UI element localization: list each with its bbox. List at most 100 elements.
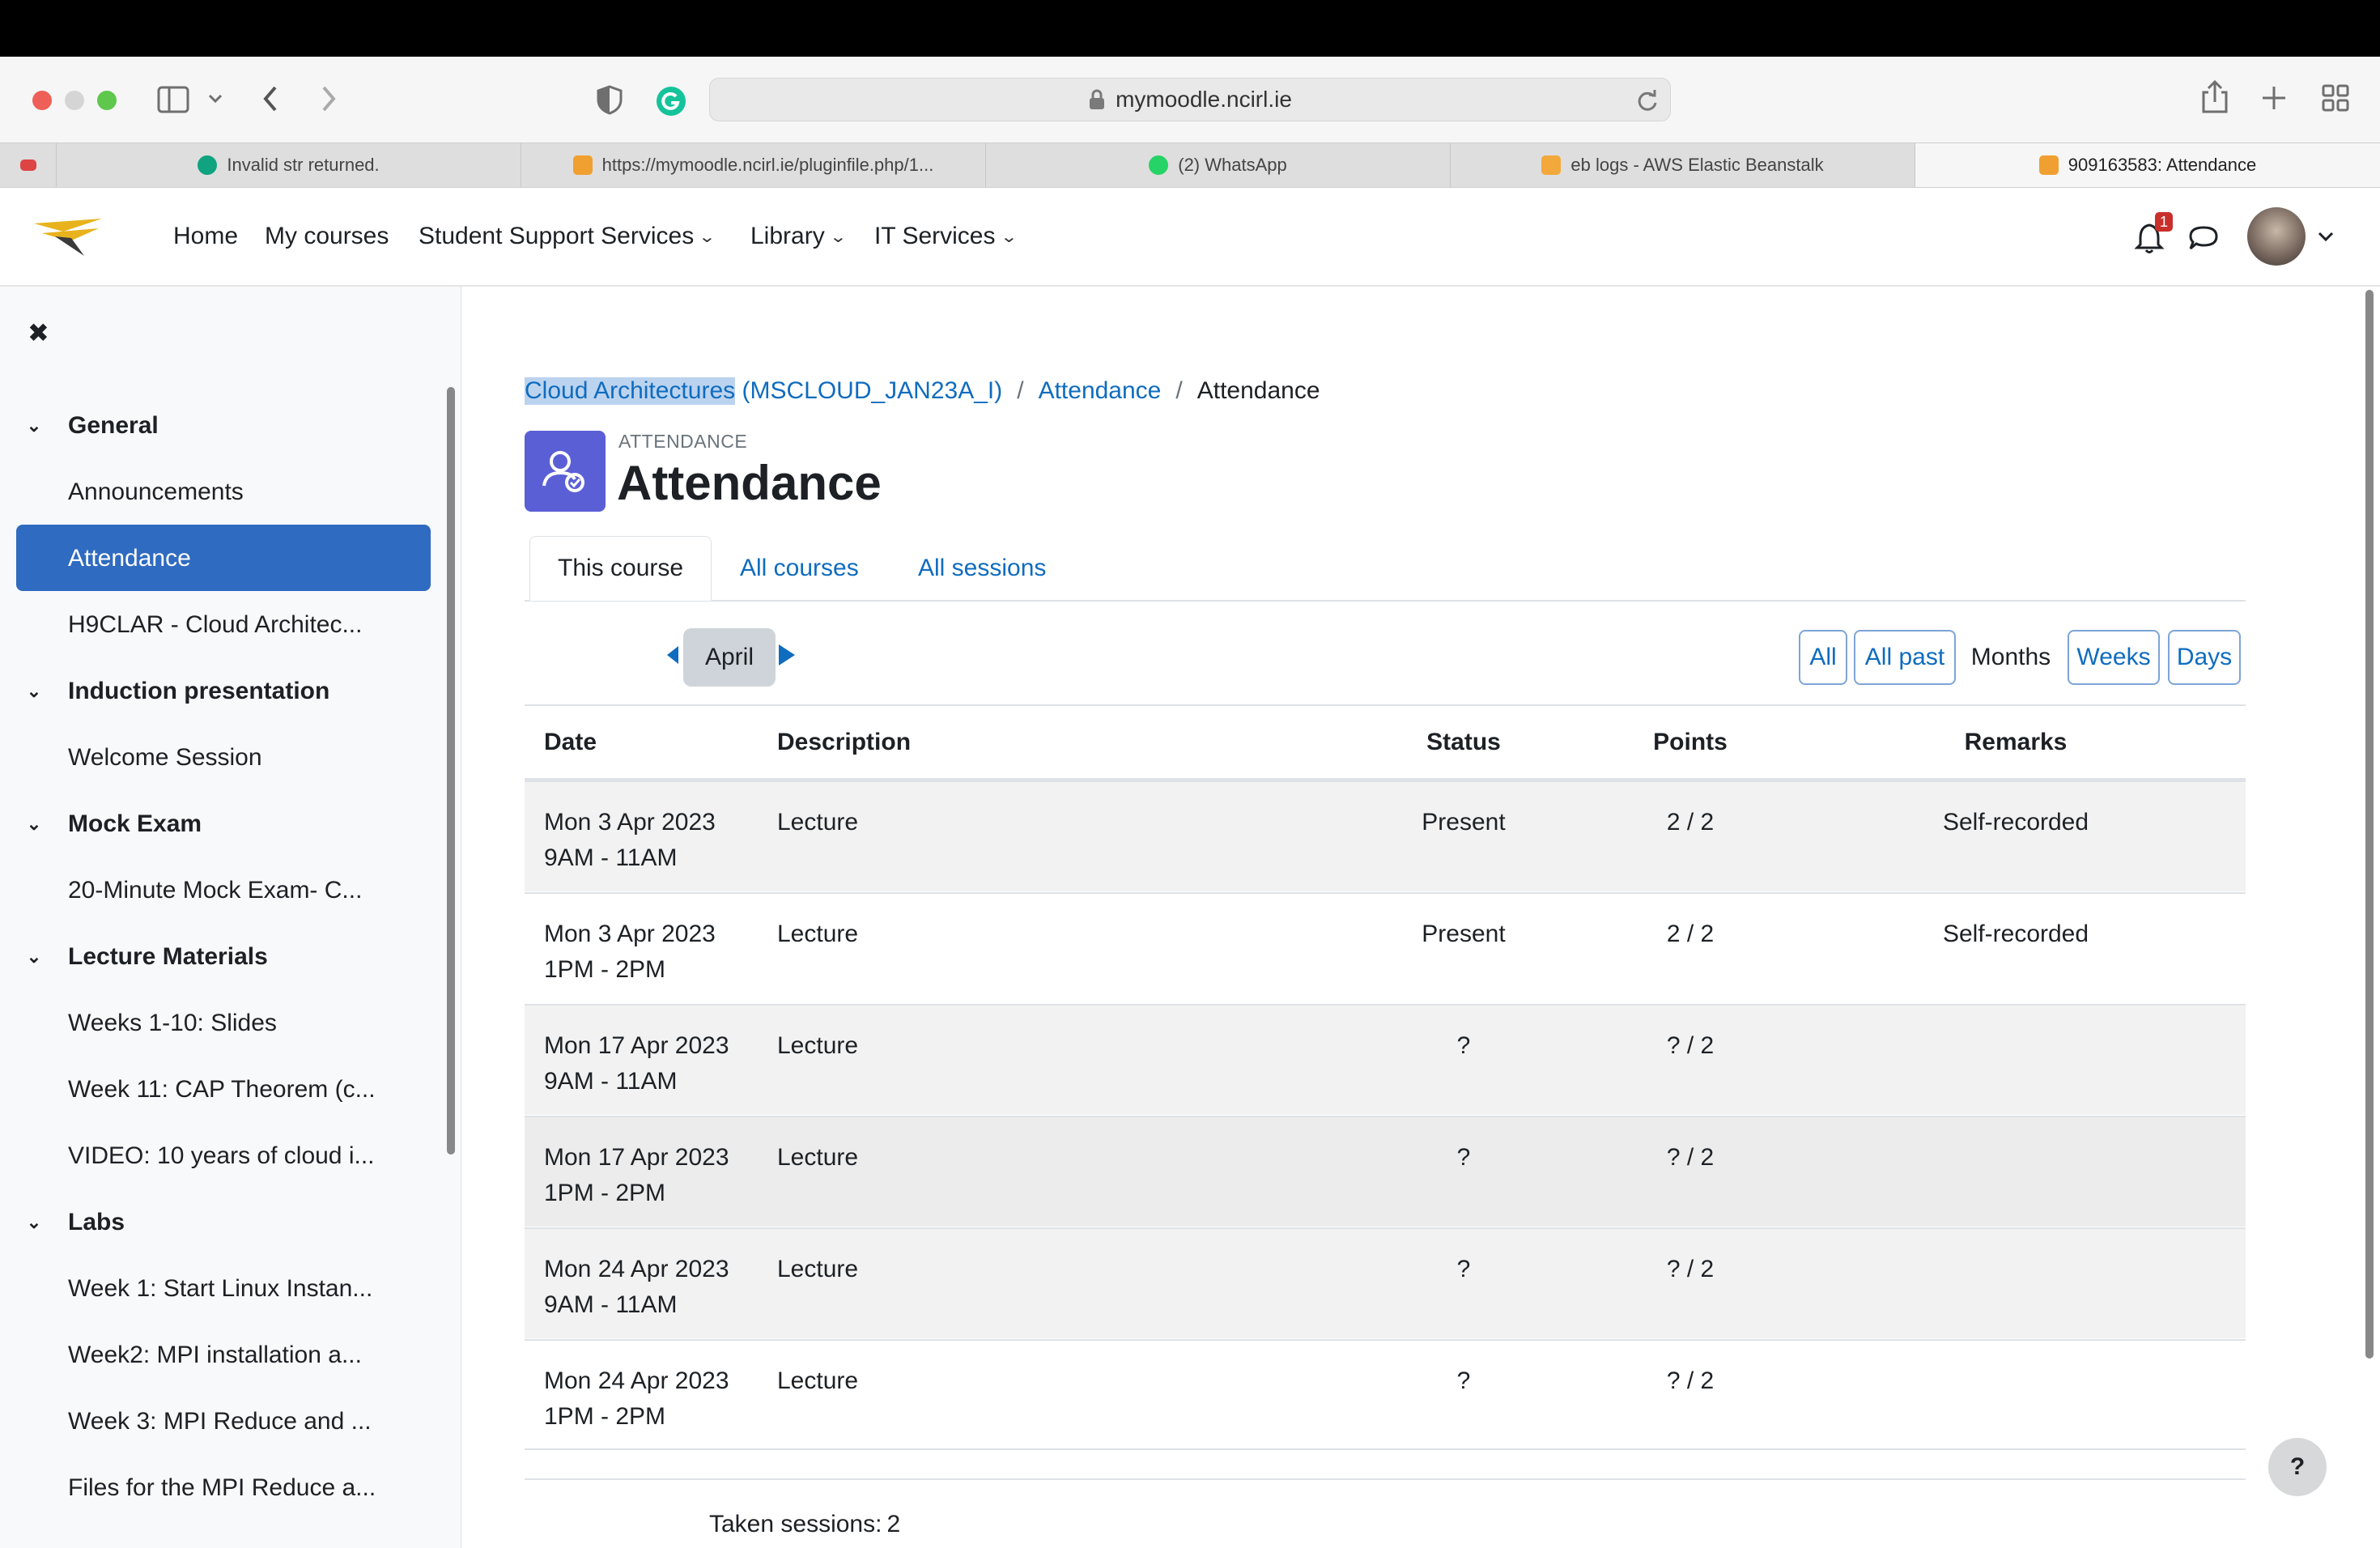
pinned-tab[interactable] (0, 143, 57, 187)
nav-my-courses[interactable]: My courses (265, 188, 389, 285)
chevron-down-icon: ⌄ (26, 1212, 42, 1232)
table-row: Mon 3 Apr 2023 9AM - 11AM Lecture Present… (525, 780, 2246, 891)
view-all-button[interactable]: All (1799, 630, 1847, 685)
view-all-past-button[interactable]: All past (1854, 630, 1956, 685)
notification-badge: 1 (2155, 212, 2173, 232)
chevron-down-icon[interactable] (2317, 230, 2335, 243)
chatgpt-favicon-icon (198, 155, 218, 175)
view-weeks-button[interactable]: Weeks (2068, 630, 2160, 685)
session-points: ? / 2 (1666, 1032, 1715, 1059)
table-header-row: Date Description Status Points Remarks (525, 706, 2246, 780)
tab-overview-icon[interactable] (2322, 84, 2349, 112)
reload-icon[interactable] (1636, 89, 1659, 112)
breadcrumb-course-link[interactable]: Cloud Architectures (525, 377, 736, 405)
tab-all-sessions[interactable]: All sessions (890, 536, 1073, 601)
zoom-window-icon[interactable] (97, 91, 117, 110)
help-button[interactable]: ? (2268, 1438, 2327, 1496)
browser-tab[interactable]: Invalid str returned. (57, 143, 521, 187)
back-icon[interactable] (261, 84, 280, 113)
column-header-points[interactable]: Points (1609, 729, 1771, 756)
session-points: 2 / 2 (1666, 921, 1715, 947)
session-status: Present (1422, 809, 1506, 836)
breadcrumb-separator: / (1175, 377, 1183, 404)
close-window-icon[interactable] (32, 91, 52, 110)
view-months-selected[interactable]: Months (1959, 630, 2063, 685)
nav-home[interactable]: Home (173, 188, 238, 285)
lock-icon (1090, 89, 1105, 109)
table-row: Mon 24 Apr 2023 1PM - 2PM Lecture ? ? / 2 (525, 1339, 2246, 1450)
page-scrollbar[interactable] (2365, 290, 2374, 1359)
tab-this-course[interactable]: This course (529, 536, 712, 601)
sidebar-item-video[interactable]: VIDEO: 10 years of cloud i... (68, 1132, 375, 1180)
summary-divider (525, 1478, 2246, 1480)
session-description: Lecture (777, 1367, 859, 1394)
sidebar-item-cap-theorem[interactable]: Week 11: CAP Theorem (c... (68, 1065, 376, 1114)
nav-student-support-services[interactable]: Student Support Services ⌄ (419, 188, 716, 285)
ncirl-logo[interactable] (31, 217, 105, 261)
session-status: ? (1456, 1032, 1471, 1059)
breadcrumb: Cloud Architectures (MSCLOUD_JAN23A_I) /… (525, 377, 1320, 405)
taken-sessions-summary: Taken sessions: 2 (709, 1511, 900, 1538)
forward-icon[interactable] (319, 84, 338, 113)
breadcrumb-separator: / (1017, 377, 1024, 404)
sidebar-section-labs[interactable]: ⌄ Labs (0, 1198, 125, 1247)
sidebar-item-slides[interactable]: Weeks 1-10: Slides (68, 999, 277, 1048)
chevron-down-icon: ⌄ (999, 228, 1018, 246)
chevron-down-icon: ⌄ (698, 228, 716, 246)
sidebar-item-lab-week2[interactable]: Week2: MPI installation a... (68, 1331, 362, 1380)
browser-tab[interactable]: (2) WhatsApp (986, 143, 1451, 187)
session-status: ? (1456, 1256, 1471, 1282)
sidebar-section-lecture-materials[interactable]: ⌄ Lecture Materials (0, 933, 268, 981)
sidebar-item-lab-week1[interactable]: Week 1: Start Linux Instan... (68, 1265, 372, 1313)
sidebar-toggle-icon[interactable] (157, 86, 189, 113)
url-text: mymoodle.ncirl.ie (1116, 87, 1292, 112)
user-avatar[interactable] (2247, 207, 2306, 266)
column-header-description[interactable]: Description (777, 729, 911, 756)
breadcrumb-attendance-link[interactable]: Attendance (1039, 377, 1162, 405)
sidebar-section-induction[interactable]: ⌄ Induction presentation (0, 667, 330, 716)
sidebar-item-welcome-session[interactable]: Welcome Session (68, 734, 262, 782)
messages-icon[interactable] (2187, 223, 2220, 253)
current-month-button[interactable]: April (683, 628, 776, 687)
view-days-button[interactable]: Days (2168, 630, 2241, 685)
grammarly-icon[interactable] (656, 86, 686, 117)
sidebar-item-attendance[interactable]: Attendance (68, 534, 191, 583)
close-drawer-icon[interactable]: ✖ (28, 317, 49, 348)
address-bar[interactable]: mymoodle.ncirl.ie (709, 78, 1671, 121)
privacy-shield-icon[interactable] (596, 84, 623, 115)
column-header-remarks[interactable]: Remarks (1894, 729, 2137, 756)
nav-it-services[interactable]: IT Services ⌄ (874, 188, 1018, 285)
sidebar-item-lab-files[interactable]: Files for the MPI Reduce a... (68, 1464, 376, 1512)
session-description: Lecture (777, 809, 859, 836)
sidebar-item-h9clar[interactable]: H9CLAR - Cloud Architec... (68, 601, 362, 649)
browser-tab[interactable]: https://mymoodle.ncirl.ie/pluginfile.php… (521, 143, 986, 187)
next-month-icon[interactable] (777, 643, 797, 667)
session-date: Mon 3 Apr 2023 1PM - 2PM (544, 921, 716, 983)
table-row: Mon 17 Apr 2023 1PM - 2PM Lecture ? ? / 2 (525, 1116, 2246, 1227)
browser-tab-active[interactable]: 909163583: Attendance (1915, 143, 2380, 187)
tab-all-courses[interactable]: All courses (712, 536, 886, 601)
share-icon[interactable] (2200, 79, 2229, 115)
column-header-status[interactable]: Status (1383, 729, 1545, 756)
sidebar-section-mock-exam[interactable]: ⌄ Mock Exam (0, 800, 202, 848)
chevron-down-icon[interactable] (207, 92, 223, 105)
column-header-date[interactable]: Date (544, 729, 597, 756)
table-row: Mon 24 Apr 2023 9AM - 11AM Lecture ? ? / … (525, 1227, 2246, 1338)
browser-tab-bar: Invalid str returned. https://mymoodle.n… (0, 142, 2380, 188)
sidebar-item-lab-week3[interactable]: Week 3: MPI Reduce and ... (68, 1397, 372, 1446)
chevron-down-icon: ⌄ (26, 415, 42, 436)
sidebar-scrollbar[interactable] (447, 387, 455, 1155)
breadcrumb-course-code[interactable]: (MSCLOUD_JAN23A_I) (735, 377, 1002, 405)
sidebar-section-general[interactable]: ⌄ General (0, 402, 159, 450)
taken-sessions-value: 2 (886, 1511, 901, 1537)
sidebar-item-announcements[interactable]: Announcements (68, 468, 244, 517)
session-date: Mon 3 Apr 2023 9AM - 11AM (544, 809, 716, 871)
moodle-favicon-icon (2038, 155, 2059, 175)
browser-tab[interactable]: eb logs - AWS Elastic Beanstalk (1451, 143, 1915, 187)
table-row: Mon 17 Apr 2023 9AM - 11AM Lecture ? ? / … (525, 1004, 2246, 1115)
new-tab-icon[interactable] (2260, 84, 2288, 112)
previous-month-icon[interactable] (665, 644, 680, 666)
minimize-window-icon[interactable] (65, 91, 84, 110)
sidebar-item-mock-exam[interactable]: 20-Minute Mock Exam- C... (68, 866, 362, 915)
nav-library[interactable]: Library ⌄ (750, 188, 847, 285)
